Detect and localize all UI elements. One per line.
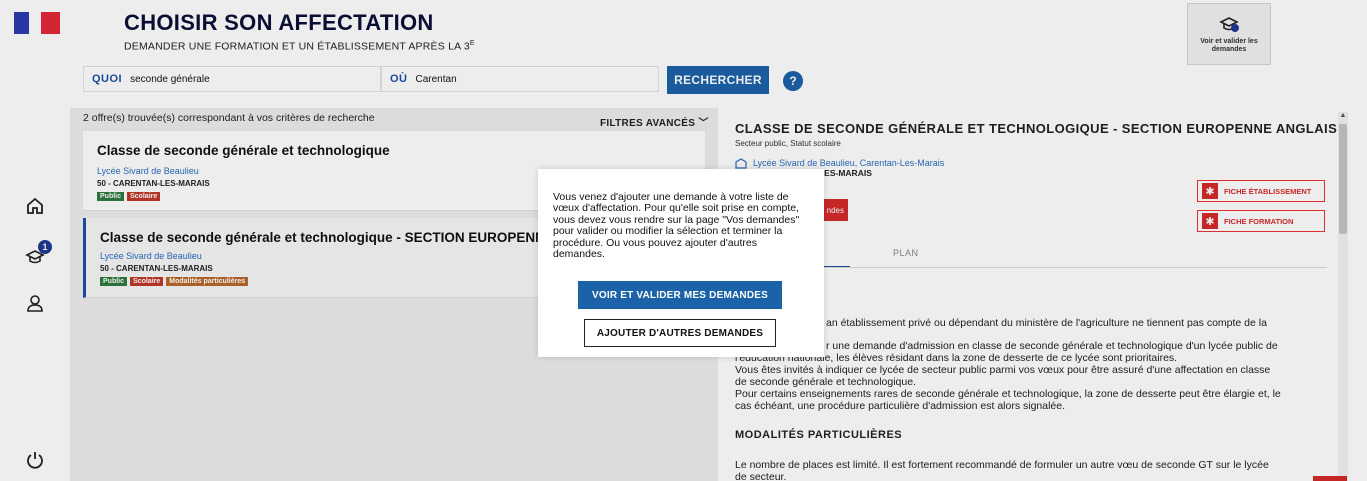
ajouter-autres-demandes-button[interactable]: AJOUTER D'AUTRES DEMANDES (584, 319, 776, 347)
confirmation-modal: Vous venez d'ajouter une demande à votre… (538, 169, 824, 357)
modal-message: Vous venez d'ajouter une demande à votre… (553, 191, 800, 261)
app: 1 CHOISIR SON AFFECTATION DEMANDER UNE F… (0, 0, 1367, 481)
voir-valider-mes-demandes-button[interactable]: VOIR ET VALIDER MES DEMANDES (578, 281, 782, 309)
